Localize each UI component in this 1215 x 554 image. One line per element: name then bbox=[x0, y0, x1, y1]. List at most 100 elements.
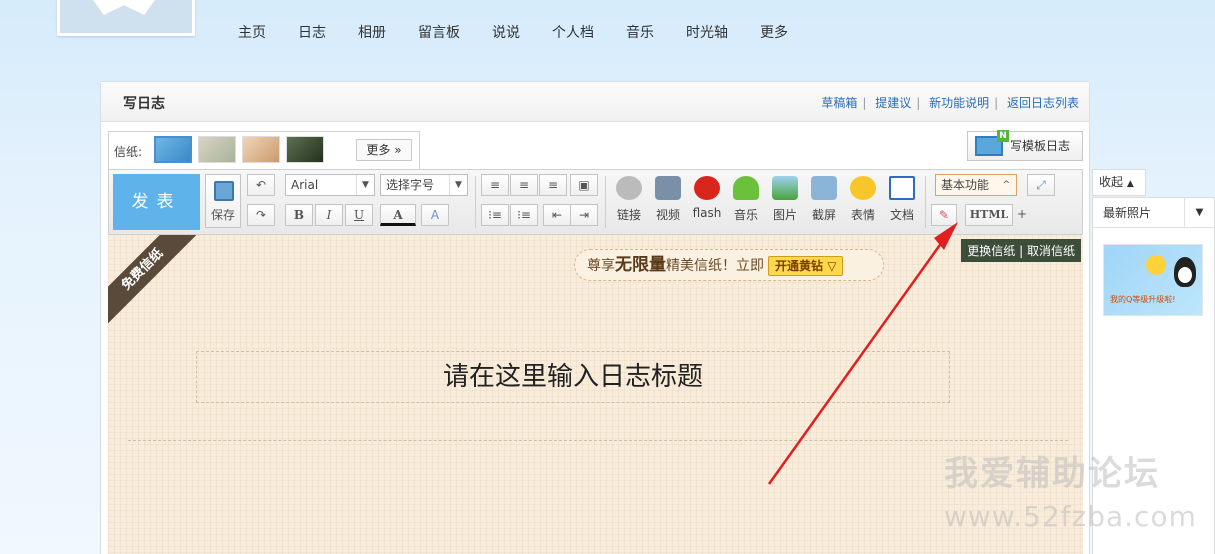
align-right-icon: ≡ bbox=[547, 178, 559, 192]
align-left-icon: ≡ bbox=[489, 178, 501, 192]
indent-icon: ⇥ bbox=[578, 208, 590, 222]
insert-image-button[interactable]: 图片 bbox=[767, 176, 803, 223]
ordered-list-icon: ⁝≡ bbox=[488, 208, 502, 222]
editor-toolbar: 发表 保存 ↶ ↷ Arial ▼ 选择字号 ▼ B I U A A ≡ ≡ ≡ ▣… bbox=[108, 169, 1083, 235]
expand-toolbar-button[interactable]: + bbox=[1015, 204, 1029, 226]
nav-music[interactable]: 音乐 bbox=[626, 22, 654, 42]
recent-photo-thumb[interactable]: 我的Q等级升级啦! bbox=[1103, 244, 1203, 316]
document-icon bbox=[889, 176, 915, 200]
open-vip-button[interactable]: 开通黄钻 ▽ bbox=[768, 256, 844, 276]
avatar[interactable] bbox=[57, 0, 195, 36]
change-stationery-link[interactable]: 更换信纸 bbox=[967, 244, 1015, 258]
align-left-button[interactable]: ≡ bbox=[481, 174, 509, 196]
suggest-link[interactable]: 提建议 bbox=[875, 96, 911, 110]
watermark-url: www.52fzba.com bbox=[944, 500, 1197, 533]
insert-video-button[interactable]: 视频 bbox=[650, 176, 686, 223]
nav-profile[interactable]: 个人档 bbox=[552, 22, 594, 42]
align-right-button[interactable]: ≡ bbox=[539, 174, 567, 196]
promo-suffix: 精美信纸！立即 bbox=[666, 258, 764, 274]
collapse-sidebar-button[interactable]: 收起 ▲ bbox=[1092, 169, 1146, 196]
nav-shuoshuo[interactable]: 说说 bbox=[492, 22, 520, 42]
outdent-icon: ⇤ bbox=[551, 208, 563, 222]
photo-caption: 我的Q等级升级啦! bbox=[1110, 295, 1176, 304]
insert-flash-button[interactable]: flash bbox=[689, 176, 725, 220]
nav-blog[interactable]: 日志 bbox=[298, 22, 326, 42]
italic-button[interactable]: I bbox=[315, 204, 343, 226]
flash-icon bbox=[694, 176, 720, 200]
bold-button[interactable]: B bbox=[285, 204, 313, 226]
insert-music-button[interactable]: 音乐 bbox=[728, 176, 764, 223]
chevron-up-icon: ^ bbox=[1002, 180, 1010, 190]
nav-album[interactable]: 相册 bbox=[358, 22, 386, 42]
highlight-button[interactable]: A bbox=[421, 204, 449, 226]
html-mode-button[interactable]: HTML bbox=[965, 204, 1013, 226]
template-icon bbox=[975, 130, 1009, 156]
back-to-list-link[interactable]: 返回日志列表 bbox=[1007, 96, 1079, 110]
insert-image-label: 图片 bbox=[772, 208, 797, 222]
divider bbox=[925, 176, 926, 228]
panel-header: 写日志 草稿箱 | 提建议 | 新功能说明 | 返回日志列表 bbox=[101, 82, 1089, 122]
screenshot-button[interactable]: 截屏 bbox=[806, 176, 842, 223]
nav-guestbook[interactable]: 留言板 bbox=[418, 22, 460, 42]
publish-button[interactable]: 发表 bbox=[113, 174, 200, 230]
promo-bold: 无限量 bbox=[615, 255, 666, 275]
save-label: 保存 bbox=[210, 208, 235, 222]
open-vip-label: 开通黄钻 bbox=[775, 259, 824, 273]
blog-title-input[interactable]: 请在这里输入日志标题 bbox=[196, 351, 950, 403]
stationery-thumb-3[interactable] bbox=[242, 136, 280, 163]
nav-timeline[interactable]: 时光轴 bbox=[686, 22, 728, 42]
ordered-list-button[interactable]: ⁝≡ bbox=[481, 204, 509, 226]
stationery-thumb-2[interactable] bbox=[198, 136, 236, 163]
align-center-button[interactable]: ≡ bbox=[510, 174, 538, 196]
stationery-thumb-4[interactable] bbox=[286, 136, 324, 163]
template-blog-button[interactable]: 写模板日志 bbox=[967, 130, 1083, 161]
clear-format-button[interactable]: ✎ bbox=[931, 204, 957, 226]
font-color-button[interactable]: A bbox=[380, 204, 416, 226]
template-blog-label: 写模板日志 bbox=[1010, 139, 1071, 153]
fullscreen-button[interactable]: ⤢ bbox=[1027, 174, 1055, 196]
undo-button[interactable]: ↶ bbox=[247, 174, 275, 196]
sun-graphic bbox=[1146, 255, 1166, 275]
save-button[interactable]: 保存 bbox=[205, 174, 241, 228]
insert-document-button[interactable]: 文档 bbox=[884, 176, 920, 223]
redo-button[interactable]: ↷ bbox=[247, 204, 275, 226]
top-nav: 主页 日志 相册 留言板 说说 个人档 音乐 时光轴 更多 bbox=[238, 22, 820, 42]
promo-banner: 尊享无限量精美信纸！立即 开通黄钻 ▽ bbox=[574, 249, 884, 281]
outdent-button[interactable]: ⇤ bbox=[543, 204, 571, 226]
avatar-star bbox=[88, 0, 160, 15]
insert-link-button[interactable]: 链接 bbox=[611, 176, 647, 223]
font-family-select[interactable]: Arial ▼ bbox=[285, 174, 375, 196]
photo-source-select[interactable]: 最新照片 ▼ bbox=[1093, 198, 1214, 228]
penguin-graphic bbox=[1174, 257, 1196, 287]
drafts-link[interactable]: 草稿箱 bbox=[821, 96, 857, 110]
nav-home[interactable]: 主页 bbox=[238, 22, 266, 42]
underline-button[interactable]: U bbox=[345, 204, 373, 226]
free-stationery-ribbon: 免费信纸 bbox=[108, 235, 206, 333]
nav-more[interactable]: 更多 bbox=[760, 22, 788, 42]
feature-mode-select[interactable]: 基本功能 ^ bbox=[935, 174, 1017, 196]
new-features-link[interactable]: 新功能说明 bbox=[929, 96, 989, 110]
write-blog-panel: 写日志 草稿箱| 提建议| 新功能说明| 返回日志列表 信纸: 更多 » 写模板… bbox=[100, 81, 1090, 554]
indent-button[interactable]: ⇥ bbox=[570, 204, 598, 226]
stationery-label: 信纸: bbox=[114, 145, 143, 159]
image-float-button[interactable]: ▣ bbox=[570, 174, 598, 196]
stationery-more-button[interactable]: 更多 » bbox=[356, 139, 412, 161]
insert-document-label: 文档 bbox=[889, 208, 914, 222]
undo-icon: ↶ bbox=[255, 178, 267, 192]
font-size-select[interactable]: 选择字号 ▼ bbox=[380, 174, 468, 196]
chevron-down-icon: ▼ bbox=[449, 175, 467, 195]
insert-flash-label: flash bbox=[692, 206, 722, 220]
image-icon bbox=[772, 176, 798, 200]
cancel-stationery-link[interactable]: 取消信纸 bbox=[1027, 244, 1075, 258]
font-family-value: Arial bbox=[291, 178, 319, 192]
content-divider bbox=[128, 440, 1068, 441]
header-links: 草稿箱 | 提建议 | 新功能说明 | 返回日志列表 bbox=[821, 96, 1079, 110]
insert-emoji-button[interactable]: 表情 bbox=[845, 176, 881, 223]
link-icon bbox=[616, 176, 642, 200]
caret-up-icon: ▲ bbox=[1126, 179, 1134, 189]
watermark-title: 我爱辅助论坛 bbox=[944, 454, 1160, 494]
editor-area[interactable]: 免费信纸 尊享无限量精美信纸！立即 开通黄钻 ▽ 更换信纸 | 取消信纸 请在这里… bbox=[108, 235, 1083, 554]
stationery-thumb-1[interactable] bbox=[154, 136, 192, 163]
unordered-list-button[interactable]: ⁝≡ bbox=[510, 204, 538, 226]
chevron-down-icon: ▼ bbox=[1184, 198, 1214, 227]
